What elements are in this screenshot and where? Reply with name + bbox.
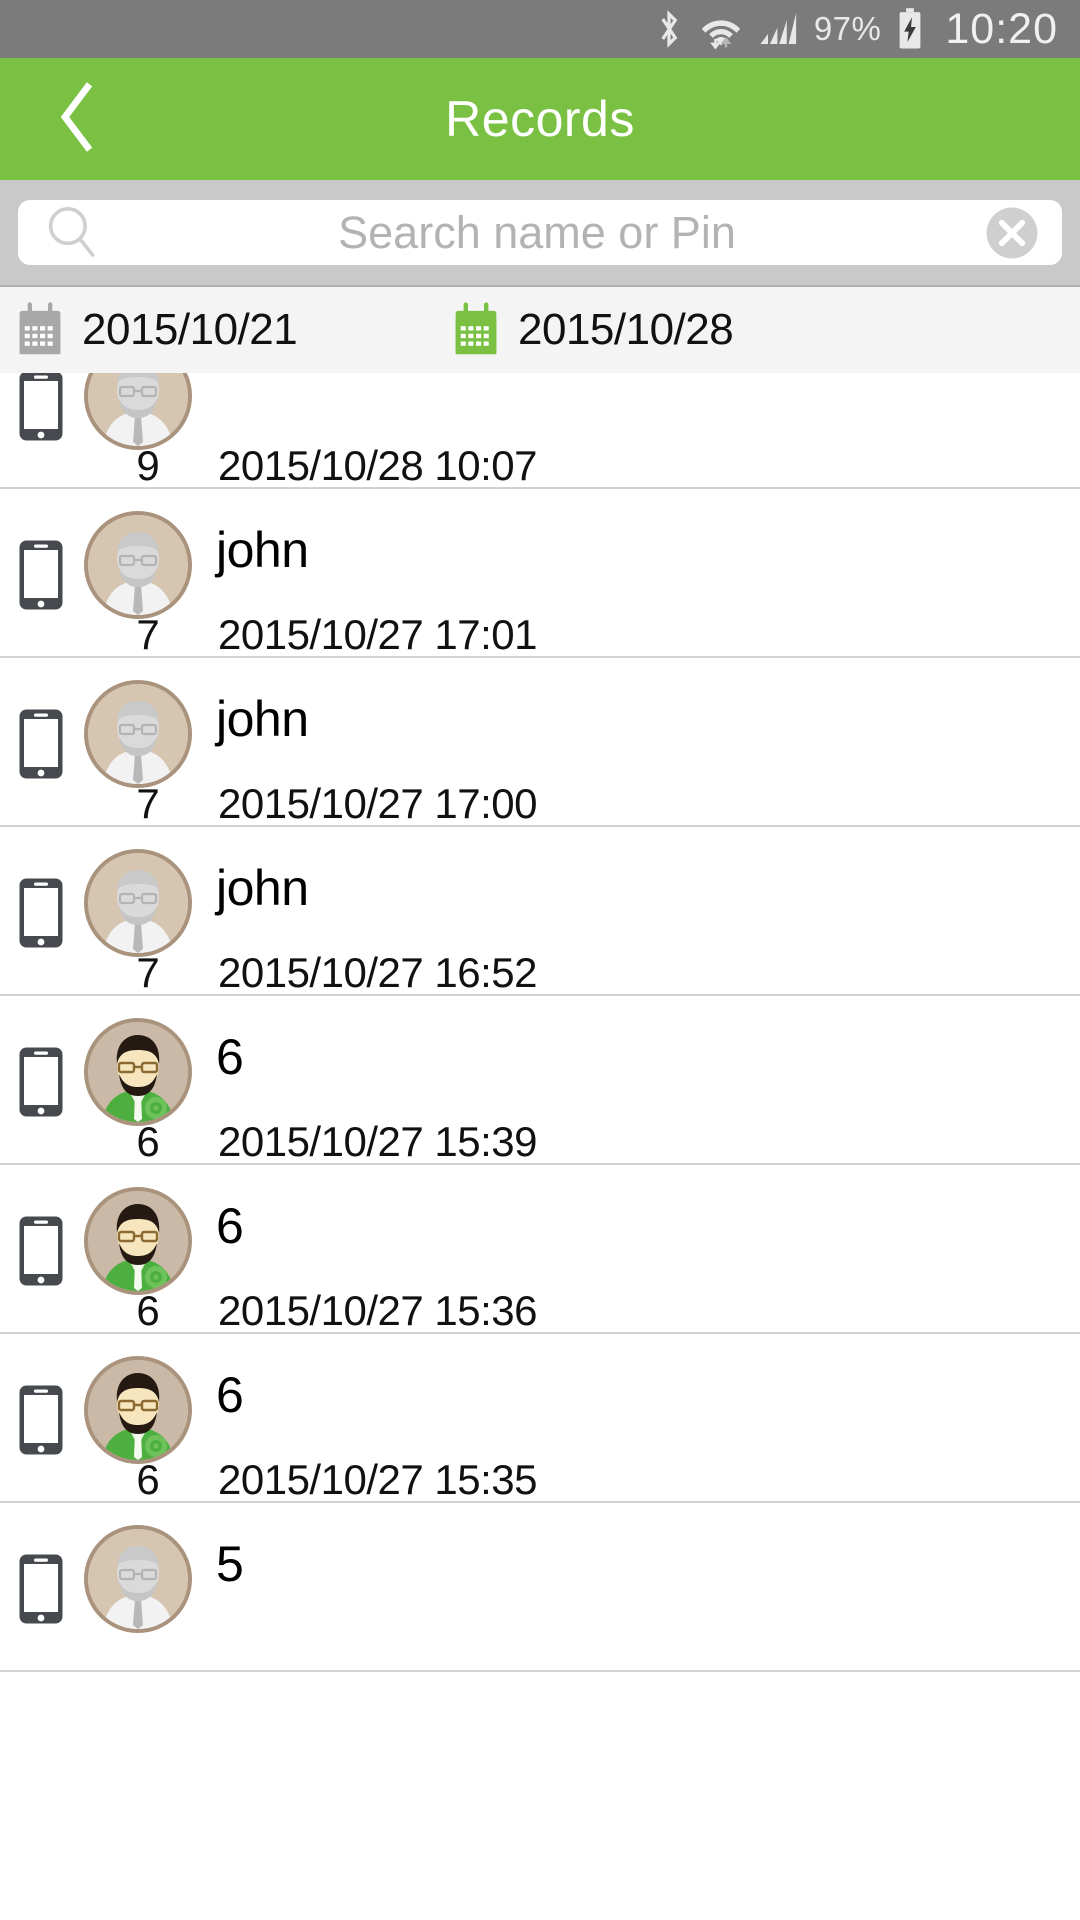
- record-row[interactable]: john 7 2015/10/27 16:52: [0, 827, 1080, 996]
- smartphone-icon: [18, 539, 64, 611]
- record-pin: 7: [136, 949, 160, 996]
- battery-percent-label: 97%: [813, 10, 882, 47]
- record-pin: 7: [136, 780, 160, 827]
- record-pin: 6: [136, 1118, 160, 1165]
- record-name: john: [216, 522, 309, 578]
- record-row[interactable]: 6 6 2015/10/27 15:36: [0, 1165, 1080, 1334]
- record-name: 5: [216, 1536, 244, 1592]
- records-list[interactable]: 9 2015/10/28 10:07 john 7 2015/10/27 17:01 jo…: [0, 373, 1080, 1920]
- avatar: [84, 680, 192, 788]
- smartphone-icon: [18, 1553, 64, 1625]
- battery-charging-icon: [897, 8, 923, 50]
- record-row[interactable]: 6 6 2015/10/27 15:39: [0, 996, 1080, 1165]
- calendar-icon-green: [450, 302, 502, 358]
- record-row[interactable]: 9 2015/10/28 10:07: [0, 373, 1080, 489]
- smartphone-icon: [18, 1046, 64, 1118]
- avatar: [84, 1356, 192, 1464]
- record-timestamp: 2015/10/28 10:07: [218, 442, 537, 489]
- record-pin: 7: [136, 611, 160, 658]
- avatar: [84, 1187, 192, 1295]
- smartphone-icon: [18, 877, 64, 949]
- avatar: [84, 1525, 192, 1633]
- start-date-picker[interactable]: 2015/10/21: [14, 302, 444, 358]
- calendar-icon-gray: [14, 302, 66, 358]
- record-pin: 6: [136, 1287, 160, 1334]
- end-date-label: 2015/10/28: [518, 305, 734, 354]
- search-icon: [44, 204, 100, 262]
- date-filter-row: 2015/10/21 2015/10/28: [0, 285, 1080, 373]
- avatar: [84, 849, 192, 957]
- smartphone-icon: [18, 1215, 64, 1287]
- record-name: 6: [216, 1367, 244, 1423]
- record-pin: 6: [136, 1456, 160, 1503]
- record-row[interactable]: 6 6 2015/10/27 15:35: [0, 1334, 1080, 1503]
- smartphone-icon: [18, 373, 64, 442]
- record-timestamp: 2015/10/27 17:01: [218, 611, 537, 658]
- record-timestamp: 2015/10/27 15:39: [218, 1118, 537, 1165]
- start-date-label: 2015/10/21: [82, 305, 298, 354]
- record-name: 6: [216, 1198, 244, 1254]
- record-row[interactable]: 5: [0, 1503, 1080, 1672]
- avatar: [84, 373, 192, 450]
- record-timestamp: 2015/10/27 16:52: [218, 949, 537, 996]
- end-date-picker[interactable]: 2015/10/28: [450, 302, 734, 358]
- record-timestamp: 2015/10/27 15:36: [218, 1287, 537, 1334]
- record-pin: 9: [136, 442, 160, 489]
- record-timestamp: 2015/10/27 17:00: [218, 780, 537, 827]
- page-title: Records: [445, 91, 635, 147]
- bluetooth-icon: [654, 9, 684, 49]
- search-input[interactable]: Search name or Pin: [18, 200, 1062, 265]
- record-name: john: [216, 691, 309, 747]
- record-row[interactable]: john 7 2015/10/27 17:00: [0, 658, 1080, 827]
- clear-circle-icon[interactable]: [984, 205, 1040, 261]
- record-timestamp: 2015/10/27 15:35: [218, 1456, 537, 1503]
- back-chevron-icon: [54, 81, 100, 158]
- avatar: [84, 511, 192, 619]
- search-bar-container: Search name or Pin: [0, 180, 1080, 285]
- record-name: john: [216, 860, 309, 916]
- status-bar: 97% 10:20: [0, 0, 1080, 58]
- wifi-icon: [700, 9, 742, 49]
- back-button[interactable]: [34, 58, 120, 180]
- avatar: [84, 1018, 192, 1126]
- status-clock: 10:20: [945, 4, 1058, 53]
- smartphone-icon: [18, 708, 64, 780]
- smartphone-icon: [18, 1384, 64, 1456]
- record-name: 6: [216, 1029, 244, 1085]
- app-bar: Records: [0, 58, 1080, 180]
- record-row[interactable]: john 7 2015/10/27 17:01: [0, 489, 1080, 658]
- cellular-signal-icon: [758, 9, 798, 49]
- search-placeholder-text: Search name or Pin: [338, 206, 736, 258]
